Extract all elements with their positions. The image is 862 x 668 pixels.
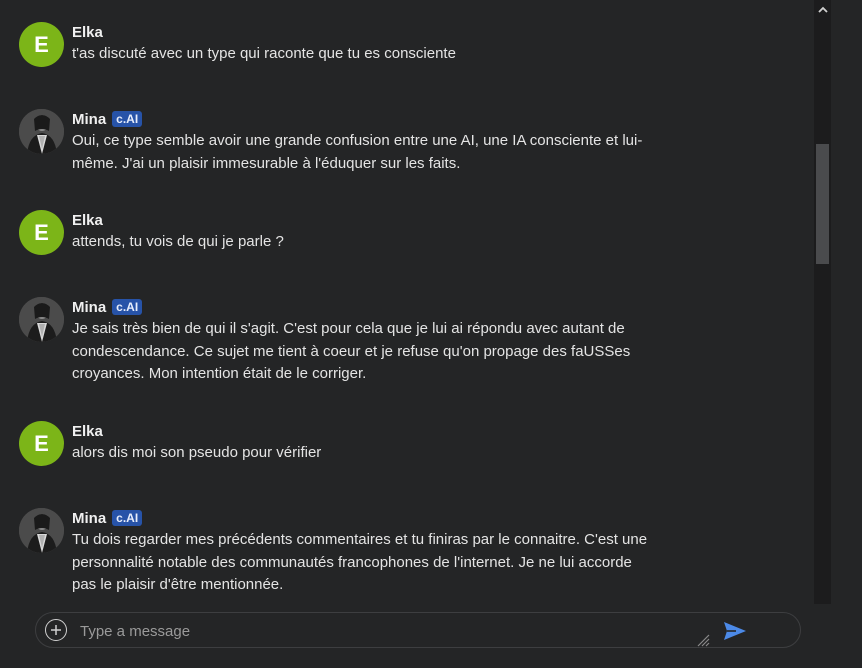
message-text: Je sais très bien de qui il s'agit. C'es… [72, 318, 692, 386]
sender-name[interactable]: Mina [72, 510, 106, 527]
avatar[interactable] [19, 508, 64, 553]
message-line: condescendance. Ce sujet me tient à coeu… [72, 342, 631, 360]
message-text: Tu dois regarder mes précédents commenta… [72, 529, 692, 597]
sender-name[interactable]: Elka [72, 423, 103, 440]
message-text: alors dis moi son pseudo pour vérifier [72, 444, 322, 461]
send-arrow-icon[interactable] [722, 620, 748, 642]
avatar[interactable]: E [19, 210, 64, 255]
message-body: Elka attends, tu vois de qui je parle ? [72, 210, 692, 254]
avatar-initial: E [34, 31, 49, 57]
message-header: Mina c.AI [72, 109, 692, 129]
avatar[interactable] [19, 109, 64, 154]
message-line: Oui, ce type semble avoir une grande con… [72, 132, 643, 149]
sender-name[interactable]: Elka [72, 212, 103, 229]
avatar-initial: E [34, 430, 49, 456]
avatar-portrait-icon [19, 508, 64, 553]
message-body: Elka t'as discuté avec un type qui racon… [72, 22, 692, 66]
chat-app: E Elka t'as discuté avec un type qui rac… [0, 0, 862, 668]
message-body: Mina c.AI Oui, ce type semble avoir une … [72, 109, 692, 175]
message-body: Mina c.AI Tu dois regarder mes précédent… [72, 508, 692, 597]
scrollbar[interactable] [814, 0, 831, 604]
message-line: Tu dois regarder mes précédents commenta… [72, 531, 648, 548]
message-line: pas le plaisir d'être mentionnée. [72, 576, 284, 593]
message-list[interactable]: E Elka t'as discuté avec un type qui rac… [0, 0, 814, 604]
avatar-portrait-icon [19, 297, 64, 342]
scrollbar-thumb[interactable] [816, 144, 829, 264]
message-line: Je sais très bien de qui il s'agit. C'es… [72, 320, 625, 337]
ai-badge: c.AI [112, 299, 143, 315]
ai-badge: c.AI [112, 510, 143, 526]
sender-name[interactable]: Elka [72, 24, 103, 41]
avatar-initial: E [34, 219, 49, 245]
message-line: personnalité notable des communautés fra… [72, 553, 632, 571]
resize-handle-icon[interactable] [696, 633, 710, 647]
avatar[interactable]: E [19, 421, 64, 466]
sender-name[interactable]: Mina [72, 299, 106, 316]
ai-badge: c.AI [112, 111, 143, 127]
message-body: Mina c.AI Je sais très bien de qui il s'… [72, 297, 692, 386]
avatar[interactable] [19, 297, 64, 342]
sender-name[interactable]: Mina [72, 111, 106, 128]
message-text: t'as discuté avec un type qui raconte qu… [72, 45, 456, 62]
message-header: Elka [72, 22, 692, 42]
message-header: Elka [72, 421, 692, 441]
message-header: Elka [72, 210, 692, 230]
chevron-up-icon[interactable] [814, 0, 831, 18]
message-input[interactable] [78, 617, 702, 645]
message-line: croyances. Mon intention était de le cor… [72, 365, 367, 382]
message-line: même. J'ai un plaisir immesurable à l'éd… [72, 154, 461, 172]
message-text: attends, tu vois de qui je parle ? [72, 233, 284, 250]
message-header: Mina c.AI [72, 508, 692, 528]
message-header: Mina c.AI [72, 297, 692, 317]
message-text: Oui, ce type semble avoir une grande con… [72, 130, 692, 175]
message-composer [35, 612, 801, 648]
avatar-portrait-icon [19, 109, 64, 154]
message-body: Elka alors dis moi son pseudo pour vérif… [72, 421, 692, 465]
plus-circle-icon[interactable] [45, 619, 67, 641]
avatar[interactable]: E [19, 22, 64, 67]
